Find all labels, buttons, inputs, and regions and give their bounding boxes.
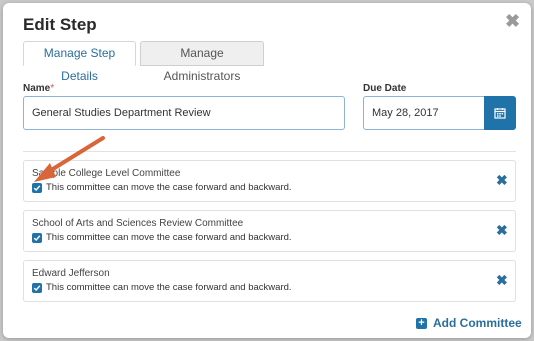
annotation-arrow-icon	[34, 136, 105, 182]
